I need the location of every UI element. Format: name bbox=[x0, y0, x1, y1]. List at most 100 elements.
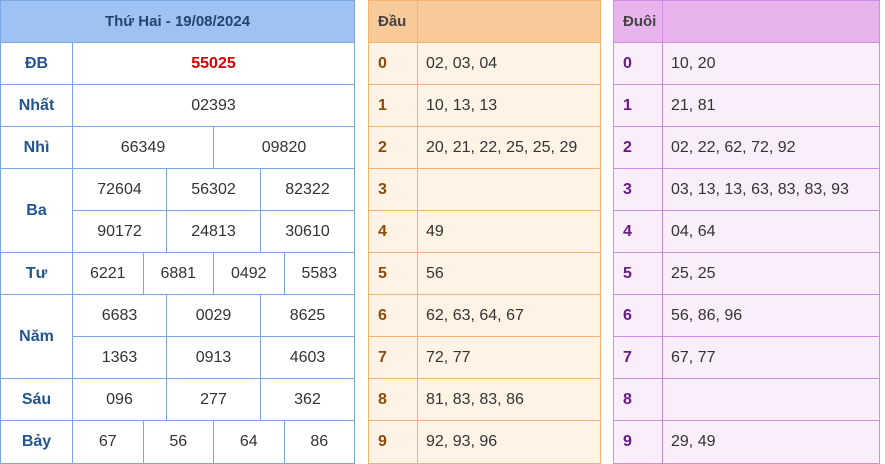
prize-number: 56 bbox=[142, 421, 214, 463]
prize-values: 096 277 362 bbox=[73, 379, 354, 420]
tail-digit-digit: 1 bbox=[614, 85, 663, 126]
prize-number: 55025 bbox=[191, 54, 236, 72]
prize-number: 02393 bbox=[191, 96, 236, 114]
prize-row: Nhì 66349 09820 bbox=[1, 127, 354, 169]
tail-digit-digit: 6 bbox=[614, 295, 663, 336]
head-digit-digit: 4 bbox=[369, 211, 418, 252]
prize-number: 1363 bbox=[101, 348, 138, 366]
prize-label: Nhất bbox=[1, 85, 73, 126]
tail-digit-digit: 5 bbox=[614, 253, 663, 294]
prize-number: 56302 bbox=[166, 169, 260, 210]
prize-row: Ba 72604 56302 82322 90172 24813 30610 bbox=[1, 169, 354, 253]
tail-digit-values: 03, 13, 13, 63, 83, 83, 93 bbox=[671, 180, 849, 198]
prize-number: 64 bbox=[213, 421, 284, 463]
head-digit-digit: 3 bbox=[369, 169, 418, 210]
head-digit-digit: 8 bbox=[369, 379, 418, 420]
head-digit-values: 72, 77 bbox=[426, 348, 471, 366]
tail-digit-row: 5 25, 25 bbox=[614, 253, 879, 295]
tail-digit-row: 7 67, 77 bbox=[614, 337, 879, 379]
head-digit-row: 8 81, 83, 83, 86 bbox=[369, 379, 600, 421]
results-body: ĐB 55025 Nhất 02393 Nhì 66349 09820 Ba 72604 5630… bbox=[1, 43, 354, 463]
prize-label: Nhì bbox=[1, 127, 73, 168]
head-digit-row: 3 bbox=[369, 169, 600, 211]
prize-number: 90172 bbox=[97, 222, 142, 240]
prize-number: 09820 bbox=[213, 127, 354, 168]
tail-digit-values: 56, 86, 96 bbox=[671, 306, 743, 324]
head-digit-values bbox=[418, 169, 600, 210]
head-digit-row: 6 62, 63, 64, 67 bbox=[369, 295, 600, 337]
prize-label: Ba bbox=[1, 169, 73, 252]
prize-number: 72604 bbox=[97, 180, 142, 198]
tail-digit-row: 6 56, 86, 96 bbox=[614, 295, 879, 337]
tail-digit-digit: 3 bbox=[614, 169, 663, 210]
head-digit-row: 5 56 bbox=[369, 253, 600, 295]
tail-digit-rows: 0 10, 20 1 21, 81 2 02, 22, 62, 72, 92 3 03, 13… bbox=[614, 43, 879, 463]
prize-row: Tư 6221 6881 0492 5583 bbox=[1, 253, 354, 295]
prize-line: 90172 24813 30610 bbox=[73, 210, 354, 252]
head-digit-values: 10, 13, 13 bbox=[426, 96, 498, 114]
lottery-results-table: Thứ Hai - 19/08/2024 ĐB 55025 Nhất 02393 Nhì… bbox=[0, 0, 355, 464]
prize-number: 86 bbox=[283, 421, 355, 463]
head-digit-digit: 2 bbox=[369, 127, 418, 168]
tail-digit-header: Đuôi bbox=[614, 1, 879, 43]
tail-digit-row: 8 bbox=[614, 379, 879, 421]
head-digit-row: 7 72, 77 bbox=[369, 337, 600, 379]
prize-label: Sáu bbox=[1, 379, 73, 420]
prize-number: 0492 bbox=[213, 253, 284, 294]
prize-number: 0029 bbox=[166, 295, 260, 336]
tail-digit-digit: 8 bbox=[614, 379, 663, 420]
prize-values: 6221 6881 0492 5583 bbox=[73, 253, 354, 294]
tail-digit-row: 4 04, 64 bbox=[614, 211, 879, 253]
prize-number: 0913 bbox=[166, 337, 260, 378]
head-digit-values: 62, 63, 64, 67 bbox=[426, 306, 524, 324]
tail-digit-values: 04, 64 bbox=[671, 222, 716, 240]
prize-values: 72604 56302 82322 90172 24813 30610 bbox=[73, 169, 354, 252]
head-digit-digit: 0 bbox=[369, 43, 418, 84]
prize-line: 6221 6881 0492 5583 bbox=[73, 253, 354, 294]
tail-digit-row: 0 10, 20 bbox=[614, 43, 879, 85]
head-digit-digit: 1 bbox=[369, 85, 418, 126]
prize-number: 82322 bbox=[260, 169, 354, 210]
tail-digit-row: 1 21, 81 bbox=[614, 85, 879, 127]
head-digit-row: 9 92, 93, 96 bbox=[369, 421, 600, 463]
prize-label: Tư bbox=[1, 253, 73, 294]
head-digit-header: Đầu bbox=[369, 1, 600, 43]
prize-number: 66349 bbox=[120, 138, 166, 156]
prize-row: Sáu 096 277 362 bbox=[1, 379, 354, 421]
prize-line: 66349 09820 bbox=[73, 127, 354, 168]
prize-number: 277 bbox=[166, 379, 260, 420]
tail-digit-digit: 4 bbox=[614, 211, 663, 252]
tail-digit-values: 21, 81 bbox=[671, 96, 716, 114]
prize-number: 24813 bbox=[166, 211, 260, 252]
prize-row: Nhất 02393 bbox=[1, 85, 354, 127]
tail-digit-row: 3 03, 13, 13, 63, 83, 83, 93 bbox=[614, 169, 879, 211]
prize-number: 4603 bbox=[260, 337, 354, 378]
prize-number: 6683 bbox=[101, 306, 138, 324]
prize-values: 6683 0029 8625 1363 0913 4603 bbox=[73, 295, 354, 378]
head-digit-row: 0 02, 03, 04 bbox=[369, 43, 600, 85]
head-digit-values: 49 bbox=[426, 222, 444, 240]
tail-digit-values: 67, 77 bbox=[671, 348, 716, 366]
prize-label: ĐB bbox=[1, 43, 73, 84]
prize-number: 30610 bbox=[260, 211, 354, 252]
head-digit-values: 92, 93, 96 bbox=[426, 433, 498, 450]
prize-number: 362 bbox=[260, 379, 354, 420]
head-digit-values: 20, 21, 22, 25, 25, 29 bbox=[426, 138, 578, 156]
prize-values: 67 56 64 86 bbox=[73, 421, 354, 463]
tail-digit-table: Đuôi 0 10, 20 1 21, 81 2 02, 22, 62, 72, 92 3 0… bbox=[613, 0, 880, 464]
head-digit-row: 1 10, 13, 13 bbox=[369, 85, 600, 127]
prize-label: Bảy bbox=[1, 421, 73, 463]
prize-number: 6881 bbox=[142, 253, 214, 294]
head-digit-digit: 6 bbox=[369, 295, 418, 336]
prize-row: Bảy 67 56 64 86 bbox=[1, 421, 354, 463]
tail-digit-digit: 9 bbox=[614, 421, 663, 463]
head-digit-rows: 0 02, 03, 04 1 10, 13, 13 2 20, 21, 22, 25, 2… bbox=[369, 43, 600, 463]
results-date-title: Thứ Hai - 19/08/2024 bbox=[1, 1, 354, 43]
tail-digit-digit: 2 bbox=[614, 127, 663, 168]
tail-digit-values: 02, 22, 62, 72, 92 bbox=[671, 138, 796, 156]
head-digit-row: 2 20, 21, 22, 25, 25, 29 bbox=[369, 127, 600, 169]
prize-number: 096 bbox=[106, 390, 133, 408]
tail-digit-digit: 7 bbox=[614, 337, 663, 378]
tail-digit-values: 29, 49 bbox=[671, 433, 716, 450]
prize-line: 67 56 64 86 bbox=[73, 421, 354, 463]
